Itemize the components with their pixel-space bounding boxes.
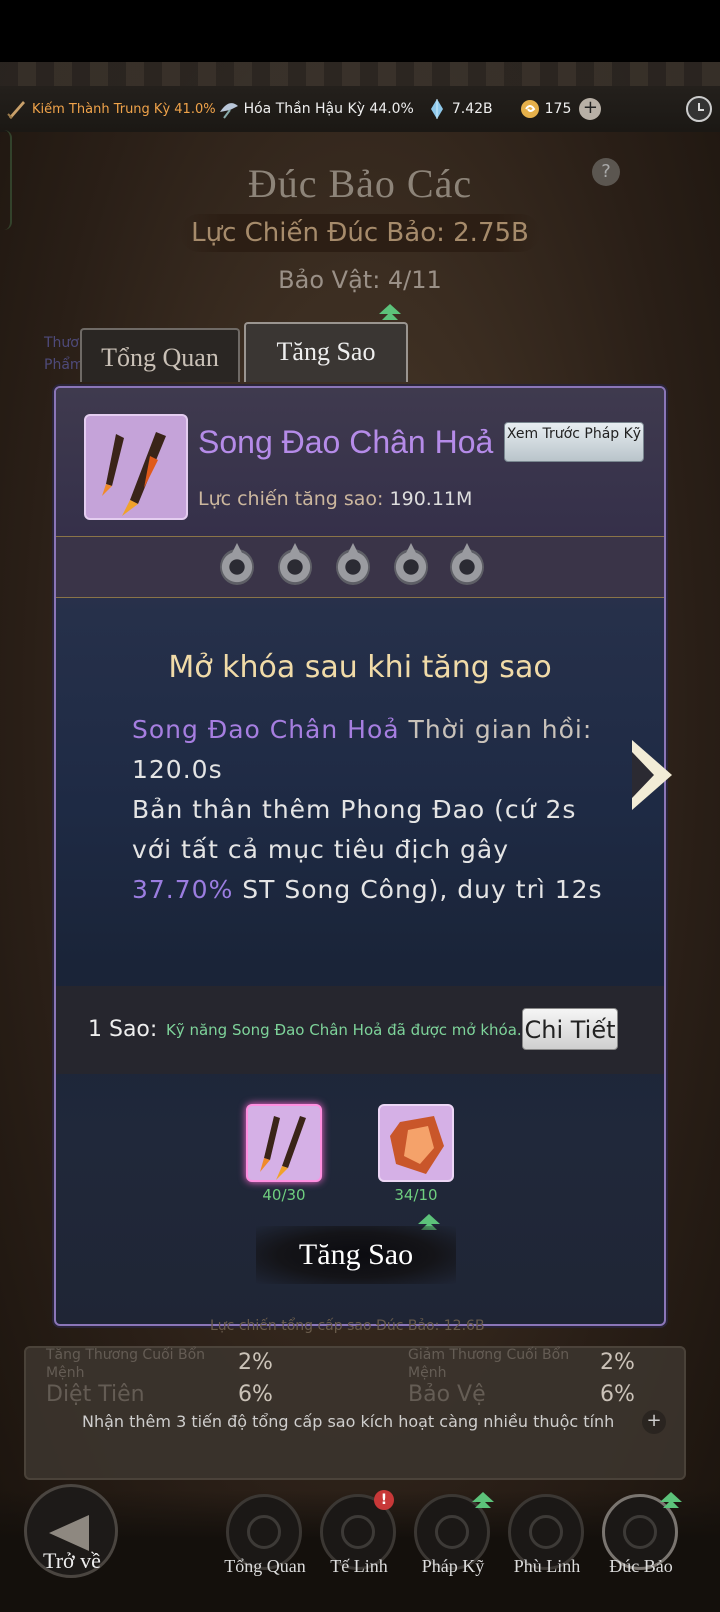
resource-bar: Kiếm Thành Trung Kỳ 41.0% Hóa Thần Hậu K… <box>0 86 720 132</box>
item-slot[interactable] <box>84 414 188 520</box>
skill-description: Song Đao Chân Hoả Thời gian hồi: 120.0s … <box>132 710 612 910</box>
item-power: Lực chiến tăng sao: 190.11M <box>198 488 472 510</box>
total-star-power: Lực chiến tổng cấp sao Đúc Bảo: 12.6B <box>210 1318 485 1334</box>
material-slot-ore[interactable] <box>378 1104 454 1182</box>
stat-value: 2% <box>238 1350 273 1375</box>
cooldown-value: 120.0s <box>132 755 223 784</box>
stats-expand-button[interactable]: + <box>642 1410 666 1434</box>
detail-button[interactable]: Chi Tiết <box>522 1008 618 1050</box>
help-icon[interactable]: ? <box>592 158 620 186</box>
twin-blades-icon <box>102 432 166 516</box>
upgrade-arrow-icon <box>472 1492 494 1510</box>
star-icon <box>394 543 428 585</box>
upgrade-arrow-icon <box>379 304 401 322</box>
nav-item-overview[interactable]: Tổng Quan <box>224 1494 306 1576</box>
fire-ore-icon <box>390 1116 444 1174</box>
nav-label: Phù Linh <box>513 1556 581 1576</box>
upgrade-arrow-icon <box>660 1492 682 1510</box>
currency-value: 175 <box>544 101 572 117</box>
nav-label: Tế Linh <box>330 1556 388 1576</box>
sword-icon <box>7 101 25 119</box>
top-border-decoration <box>0 62 720 86</box>
starup-button[interactable]: Tăng Sao <box>256 1226 456 1284</box>
cultivation-a-label: Kiếm Thành Trung Kỳ 41.0% <box>32 101 216 117</box>
cultivation-a[interactable]: Kiếm Thành Trung Kỳ 41.0% <box>6 98 216 120</box>
nav-item-skill[interactable]: Pháp Kỹ <box>414 1492 494 1576</box>
next-arrow-icon[interactable] <box>632 740 676 810</box>
side-text-line: Phẩm <box>44 357 84 373</box>
nav-item-talisman[interactable]: Phù Linh <box>508 1494 586 1576</box>
stat-value: 6% <box>600 1382 635 1407</box>
nav-item-forge[interactable]: Đúc Bảo <box>602 1492 682 1576</box>
stat-label: Tăng Thương Cuối Bổn Mệnh <box>46 1347 206 1381</box>
desc-text-2: ST Song Công), duy trì 12s <box>242 875 603 904</box>
notification-badge: ! <box>374 1490 394 1510</box>
tab-overview[interactable]: Tổng Quan <box>80 328 240 382</box>
cultivation-b[interactable]: Hóa Thần Hậu Kỳ 44.0% <box>218 98 414 120</box>
fan-icon <box>219 103 238 119</box>
cooldown-label: Thời gian hồi: <box>408 715 593 744</box>
star-level-desc: Kỹ năng Song Đao Chân Hoả đã được mở khó… <box>166 1021 522 1039</box>
add-currency-button[interactable]: + <box>579 98 602 120</box>
star-icon <box>336 543 370 585</box>
star-icon <box>220 543 254 585</box>
item-name: Song Đao Chân Hoả <box>198 424 494 460</box>
nav-label: Tổng Quan <box>224 1556 306 1576</box>
stat-value: 6% <box>238 1382 273 1407</box>
clock-icon[interactable] <box>686 96 712 122</box>
forge-power: Lực Chiến Đúc Bảo: 2.75B <box>180 214 540 252</box>
star-icon <box>278 543 312 585</box>
star-icon <box>450 543 484 585</box>
desc-text: Bản thân thêm Phong Đao (cứ 2s với tất c… <box>132 795 577 864</box>
preview-skill-button[interactable]: Xem Trước Pháp Kỹ <box>504 422 644 462</box>
material-count: 34/10 <box>394 1186 438 1204</box>
stats-panel: Tăng Thương Cuối Bổn Mệnh 2% Giảm Thương… <box>24 1346 686 1480</box>
unlock-title: Mở khóa sau khi tăng sao <box>168 650 552 685</box>
twin-blades-icon <box>260 1116 306 1180</box>
material-count: 40/30 <box>262 1186 306 1204</box>
nav-label: Đúc Bảo <box>609 1556 673 1576</box>
stat-label: Bảo Vệ <box>408 1382 486 1407</box>
back-arrow-icon <box>49 1515 89 1551</box>
crystal-counter[interactable]: 7.42B <box>426 98 493 120</box>
currency-counter[interactable]: 175 + <box>519 98 602 120</box>
nav-label: Pháp Kỹ <box>421 1556 485 1576</box>
nav-item-spirit[interactable]: ! Tế Linh <box>320 1490 398 1576</box>
star-level-label: 1 Sao: <box>88 1017 158 1042</box>
spiral-coin-icon <box>520 100 539 118</box>
desc-percent: 37.70% <box>132 875 234 904</box>
crystal-value: 7.42B <box>451 101 493 117</box>
stat-label: Giảm Thương Cuối Bổn Mệnh <box>408 1347 570 1381</box>
skill-name: Song Đao Chân Hoả <box>132 715 400 744</box>
item-header: Song Đao Chân Hoả Xem Trước Pháp Kỹ Lực … <box>56 388 664 536</box>
starup-panel: Song Đao Chân Hoả Xem Trước Pháp Kỹ Lực … <box>54 386 666 1326</box>
item-power-value: 190.11M <box>389 488 473 510</box>
item-power-label: Lực chiến tăng sao: <box>198 488 384 510</box>
side-quality-text: Thươ Phẩm <box>44 332 84 376</box>
stat-value: 2% <box>600 1350 635 1375</box>
star-row <box>56 536 664 598</box>
crystal-icon <box>430 99 443 119</box>
cultivation-b-label: Hóa Thần Hậu Kỳ 44.0% <box>243 101 414 117</box>
side-text-line: Thươ <box>44 335 79 351</box>
material-slot-blades[interactable] <box>246 1104 322 1182</box>
stats-note: Nhận thêm 3 tiến độ tổng cấp sao kích ho… <box>82 1412 615 1431</box>
screen-root: Kiếm Thành Trung Kỳ 41.0% Hóa Thần Hậu K… <box>0 0 720 1612</box>
tab-starup[interactable]: Tăng Sao <box>244 322 408 382</box>
back-label[interactable]: Trở về <box>22 1548 122 1574</box>
artifact-count: Bảo Vật: 4/11 <box>278 266 442 294</box>
stat-label: Diệt Tiên <box>46 1382 145 1407</box>
